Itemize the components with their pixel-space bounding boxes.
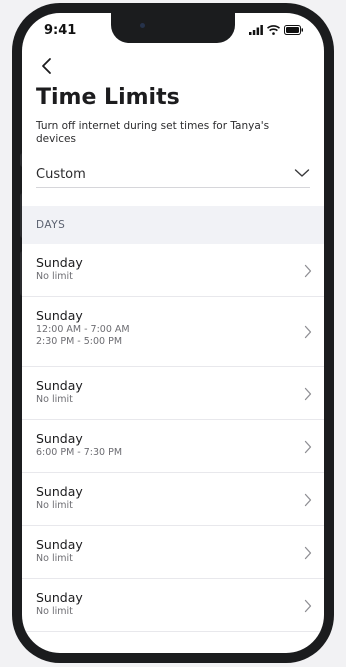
day-row[interactable]: Sunday No limit [22, 526, 324, 579]
day-row[interactable]: Sunday 6:00 PM - 7:30 PM [22, 420, 324, 473]
chevron-right-icon [304, 440, 312, 454]
chevron-right-icon [304, 493, 312, 507]
day-name: Sunday [36, 255, 83, 270]
status-time: 9:41 [44, 23, 77, 38]
chevron-right-icon [304, 325, 312, 339]
schedule-dropdown-value: Custom [36, 167, 86, 182]
day-detail: 2:30 PM - 5:00 PM [36, 336, 123, 347]
wifi-icon [267, 25, 280, 35]
day-name: Sunday [36, 537, 83, 552]
notch [111, 13, 235, 43]
chevron-right-icon [304, 546, 312, 560]
phone-screen: 9:41 Time Limits Turn off internet durin… [22, 13, 324, 653]
page-title: Time Limits [36, 85, 180, 110]
day-name: Sunday [36, 308, 83, 323]
day-name: Sunday [36, 484, 83, 499]
day-name: Sunday [36, 378, 83, 393]
chevron-right-icon [304, 387, 312, 401]
chevron-right-icon [304, 599, 312, 613]
chevron-down-icon [294, 169, 310, 177]
day-detail: No limit [36, 500, 73, 511]
day-list: Sunday No limit Sunday 12:00 AM - 7:00 AM 2:… [22, 244, 324, 632]
schedule-dropdown[interactable]: Custom [36, 163, 310, 188]
day-detail: 6:00 PM - 7:30 PM [36, 447, 123, 458]
days-section-header: DAYS [22, 206, 324, 244]
day-row[interactable]: Sunday No limit [22, 473, 324, 526]
day-name: Sunday [36, 431, 83, 446]
day-row[interactable]: Sunday No limit [22, 367, 324, 420]
day-detail: No limit [36, 553, 73, 564]
battery-icon [284, 25, 303, 35]
camera-icon [140, 23, 145, 28]
day-row[interactable]: Sunday No limit [22, 244, 324, 297]
day-detail: 12:00 AM - 7:00 AM [36, 324, 130, 335]
day-detail: No limit [36, 394, 73, 405]
chevron-left-icon[interactable] [36, 55, 58, 77]
day-detail: No limit [36, 271, 73, 282]
status-icons [249, 25, 304, 35]
day-row[interactable]: Sunday No limit [22, 579, 324, 632]
day-row[interactable]: Sunday 12:00 AM - 7:00 AM 2:30 PM - 5:00 P… [22, 297, 324, 367]
days-section-label: DAYS [36, 219, 66, 231]
signal-icon [249, 25, 263, 35]
day-detail: No limit [36, 606, 73, 617]
phone-frame: 9:41 Time Limits Turn off internet durin… [12, 3, 334, 663]
chevron-right-icon [304, 264, 312, 278]
page-subtitle: Turn off internet during set times for T… [36, 120, 270, 145]
day-name: Sunday [36, 590, 83, 605]
